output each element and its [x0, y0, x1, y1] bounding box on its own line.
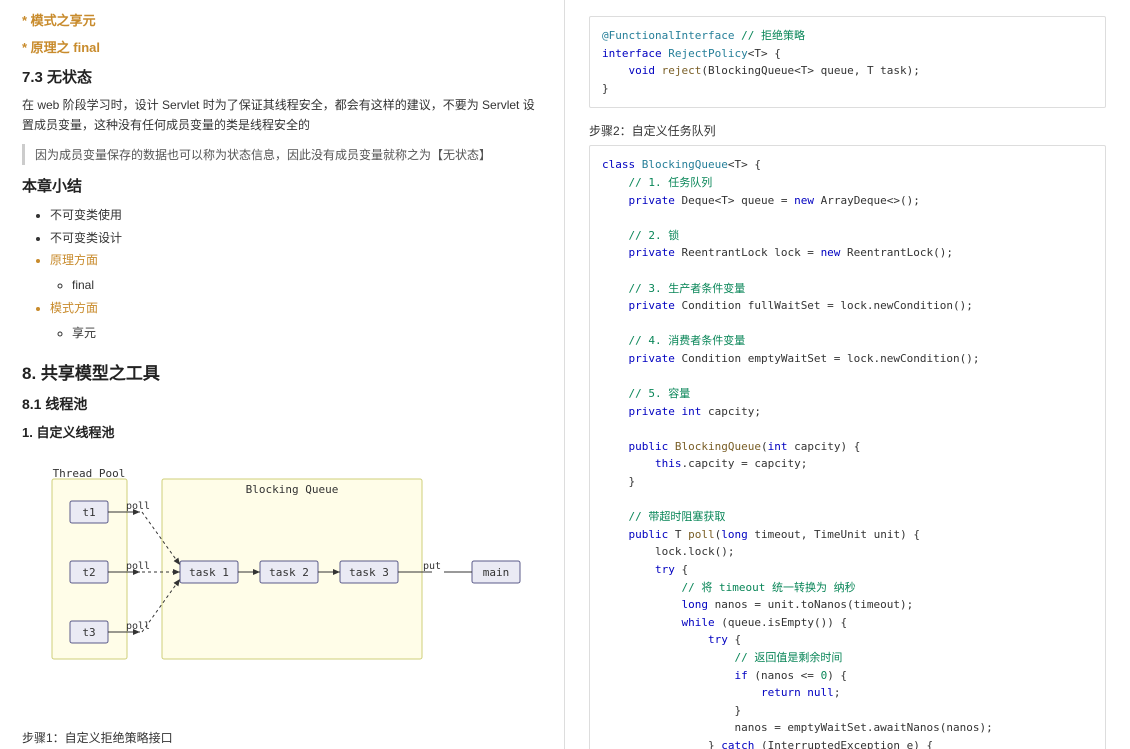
- node-task1: task 1: [189, 566, 229, 579]
- node-t2: t2: [82, 566, 95, 579]
- node-main: main: [483, 566, 510, 579]
- summary-item-link[interactable]: 原理方面 final: [50, 249, 546, 297]
- summary-list: 不可变类使用 不可变类设计 原理方面 final 模式方面 享元: [22, 204, 546, 345]
- quote-7-3: 因为成员变量保存的数据也可以称为状态信息，因此没有成员变量就称之为【无状态】: [22, 144, 546, 165]
- queue-title: Blocking Queue: [246, 483, 339, 496]
- link-final[interactable]: * 原理之 final: [22, 37, 546, 56]
- step-2-label: 步骤2：自定义任务队列: [589, 122, 1106, 139]
- summary-item-label: 原理方面: [50, 253, 98, 267]
- summary-item-link[interactable]: 模式方面 享元: [50, 297, 546, 345]
- summary-subitem: final: [72, 274, 546, 297]
- summary-item-label: 模式方面: [50, 301, 98, 315]
- svg-text:put: put: [423, 561, 441, 572]
- node-task3: task 3: [349, 566, 389, 579]
- node-t3: t3: [82, 626, 95, 639]
- node-t1: t1: [82, 506, 95, 519]
- thread-pool-diagram: Thread Pool t1 t2 t3 Blocking Queue task…: [22, 469, 542, 689]
- heading-summary: 本章小结: [22, 175, 546, 196]
- pool-title: Thread Pool: [53, 469, 126, 480]
- heading-7-3: 7.3 无状态: [22, 66, 546, 87]
- left-column: * 模式之享元 * 原理之 final 7.3 无状态 在 web 阶段学习时，…: [0, 0, 565, 749]
- node-task2: task 2: [269, 566, 309, 579]
- code-blocking-queue: class BlockingQueue<T> { // 1. 任务队列 priv…: [589, 145, 1106, 749]
- summary-item: 不可变类使用: [50, 204, 546, 227]
- right-column: @FunctionalInterface // 拒绝策略 interface R…: [565, 0, 1130, 749]
- svg-text:poll: poll: [126, 561, 150, 572]
- summary-item: 不可变类设计: [50, 227, 546, 250]
- para-7-3: 在 web 阶段学习时，设计 Servlet 时为了保证其线程安全，都会有这样的…: [22, 95, 546, 136]
- code-reject-policy: @FunctionalInterface // 拒绝策略 interface R…: [589, 16, 1106, 108]
- step-1-label: 步骤1：自定义拒绝策略接口: [22, 729, 546, 746]
- svg-text:poll: poll: [126, 501, 150, 512]
- heading-custom-pool: 1. 自定义线程池: [22, 422, 546, 441]
- summary-subitem: 享元: [72, 322, 546, 345]
- link-flyweight[interactable]: * 模式之享元: [22, 10, 546, 29]
- heading-8-1: 8.1 线程池: [22, 394, 546, 414]
- heading-8: 8. 共享模型之工具: [22, 359, 546, 384]
